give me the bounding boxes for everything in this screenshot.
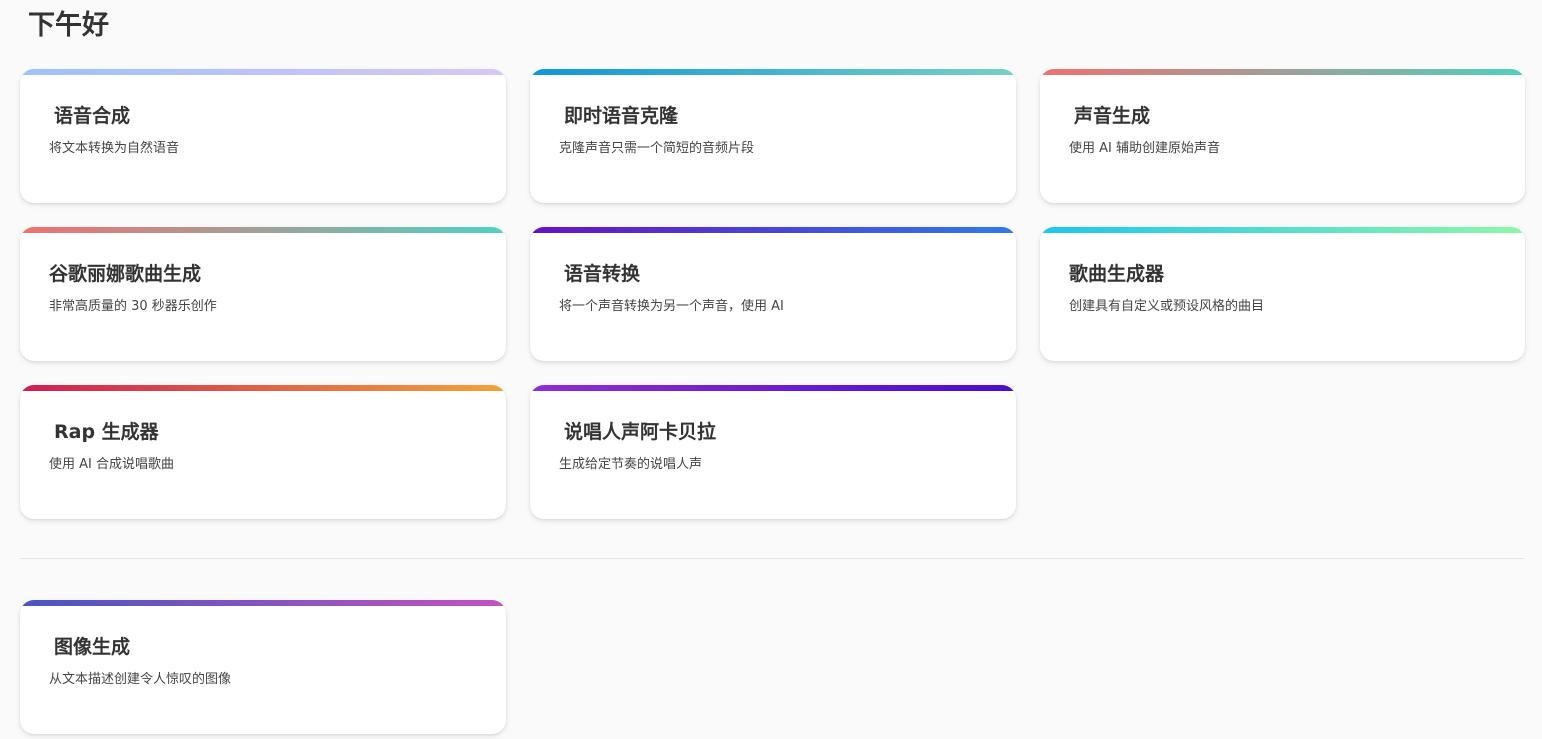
card-title: 歌曲生成器: [1069, 263, 1165, 285]
card-description: 克隆声音只需一个简短的音频片段: [559, 141, 755, 156]
card-description: 将文本转换为自然语音: [49, 141, 180, 156]
card-accent-bar: [20, 69, 506, 75]
card-title: 图像生成: [54, 636, 131, 658]
greeting-title: 下午好: [28, 10, 109, 41]
card-accent-bar: [530, 385, 1016, 391]
image-tools-grid: 图像生成 从文本描述创建令人惊叹的图像: [20, 600, 1525, 734]
card-description: 创建具有自定义或预设风格的曲目: [1069, 299, 1265, 314]
card-title: 语音转换: [564, 263, 641, 285]
card-speech-synthesis[interactable]: 语音合成 将文本转换为自然语音: [20, 69, 506, 203]
card-image-generation[interactable]: 图像生成 从文本描述创建令人惊叹的图像: [20, 600, 506, 734]
card-description: 从文本描述创建令人惊叹的图像: [49, 672, 232, 687]
tools-grid: 语音合成 将文本转换为自然语音 即时语音克隆 克隆声音只需一个简短的音频片段 声…: [20, 69, 1525, 519]
card-song-generation[interactable]: 谷歌丽娜歌曲生成 非常高质量的 30 秒器乐创作: [20, 227, 506, 361]
card-title: 声音生成: [1074, 105, 1151, 127]
card-voice-conversion[interactable]: 语音转换 将一个声音转换为另一个声音，使用 AI: [530, 227, 1016, 361]
card-accent-bar: [20, 600, 506, 606]
card-rap-acapella[interactable]: 说唱人声阿卡贝拉 生成给定节奏的说唱人声: [530, 385, 1016, 519]
card-sound-generation[interactable]: 声音生成 使用 AI 辅助创建原始声音: [1040, 69, 1525, 203]
card-accent-bar: [20, 227, 506, 233]
card-accent-bar: [1040, 227, 1525, 233]
card-title: Rap 生成器: [54, 421, 159, 443]
card-instant-voice-clone[interactable]: 即时语音克隆 克隆声音只需一个简短的音频片段: [530, 69, 1016, 203]
card-title: 即时语音克隆: [564, 105, 679, 127]
card-title: 谷歌丽娜歌曲生成: [49, 263, 202, 285]
card-accent-bar: [530, 69, 1016, 75]
card-song-generator[interactable]: 歌曲生成器 创建具有自定义或预设风格的曲目: [1040, 227, 1525, 361]
card-title: 说唱人声阿卡贝拉: [564, 421, 717, 443]
card-description: 生成给定节奏的说唱人声: [559, 457, 703, 472]
card-accent-bar: [20, 385, 506, 391]
card-description: 使用 AI 合成说唱歌曲: [49, 457, 174, 472]
card-accent-bar: [1040, 69, 1525, 75]
card-description: 将一个声音转换为另一个声音，使用 AI: [559, 299, 784, 314]
card-rap-generator[interactable]: Rap 生成器 使用 AI 合成说唱歌曲: [20, 385, 506, 519]
card-title: 语音合成: [54, 105, 131, 127]
section-divider: [20, 558, 1524, 559]
card-description: 使用 AI 辅助创建原始声音: [1069, 141, 1220, 156]
card-description: 非常高质量的 30 秒器乐创作: [49, 299, 217, 314]
card-accent-bar: [530, 227, 1016, 233]
